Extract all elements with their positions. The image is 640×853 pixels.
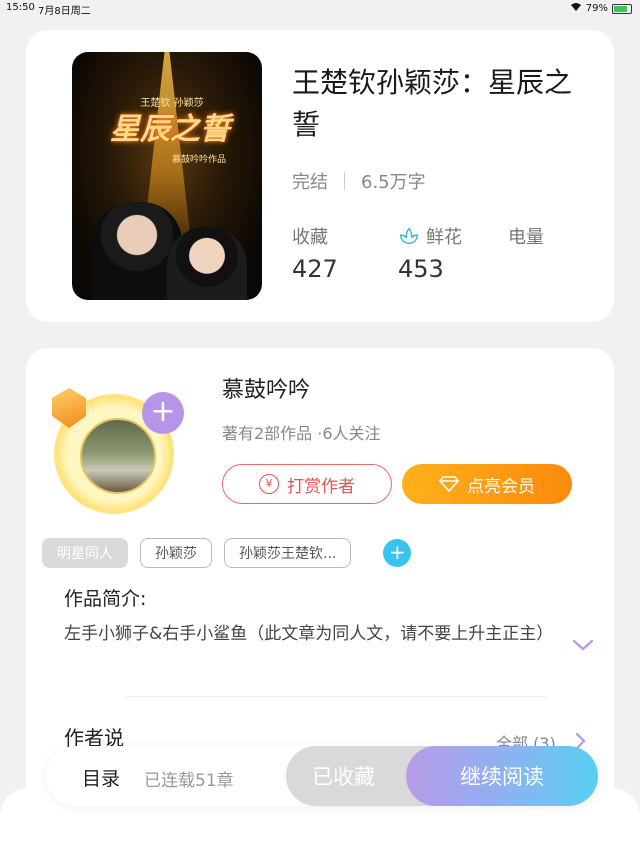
meta-divider: [344, 172, 345, 190]
stat-flowers[interactable]: 鲜花 453: [398, 223, 462, 283]
vip-button[interactable]: 点亮会员: [402, 464, 572, 504]
cover-person-right: [167, 227, 247, 300]
follow-button[interactable]: +: [142, 392, 184, 434]
continue-reading-label: 继续阅读: [460, 765, 544, 789]
tag-list: 明星同人 孙颖莎 孙颖莎王楚钦... +: [42, 538, 412, 568]
stat-collect-label: 收藏: [292, 227, 328, 248]
book-cover[interactable]: 王楚钦 孙颖莎 星辰之誓 慕鼓吟吟作品: [72, 52, 262, 300]
book-status: 完结: [292, 172, 328, 193]
author-stats: 著有2部作品 ·6人关注: [222, 424, 381, 443]
cover-author-note: 慕鼓吟吟作品: [172, 155, 227, 165]
stat-power-label: 电量: [508, 227, 544, 248]
stat-collect: 收藏 427: [292, 223, 338, 283]
status-bar: 15:50 7月8日周二 79%: [0, 0, 640, 17]
continue-reading-button[interactable]: 继续阅读: [406, 746, 598, 806]
book-title: 王楚钦孙颖莎：星辰之誓: [292, 66, 573, 141]
yen-icon: ¥: [259, 474, 279, 494]
stat-power[interactable]: 电量: [508, 223, 544, 255]
reward-author-label: 打赏作者: [287, 476, 355, 497]
book-word-count: 6.5万字: [361, 172, 426, 193]
diamond-icon: [439, 476, 459, 492]
tag-item[interactable]: 孙颖莎: [140, 538, 212, 568]
status-date: 7月8日周二: [38, 6, 91, 17]
book-meta: 完结 6.5万字: [292, 168, 426, 194]
add-tag-button[interactable]: +: [383, 539, 412, 567]
wifi-icon: [570, 2, 582, 15]
chapter-count: 已连载51章: [144, 771, 234, 791]
tag-item[interactable]: 明星同人: [42, 538, 128, 568]
vip-label: 点亮会员: [467, 476, 535, 497]
toc-button[interactable]: 目录: [82, 764, 120, 791]
stat-flowers-value: 453: [398, 255, 444, 283]
battery-percent: 79%: [585, 3, 608, 14]
collected-label: 已收藏: [312, 765, 375, 789]
author-name[interactable]: 慕鼓吟吟: [222, 372, 310, 404]
status-time: 15:50: [6, 2, 35, 13]
book-info-card: 王楚钦 孙颖莎 星辰之誓 慕鼓吟吟作品 王楚钦孙颖莎：星辰之誓 完结 6.5万字…: [26, 30, 614, 322]
intro-text: 左手小狮子&右手小鲨鱼（此文章为同人文，请不要上升主正主）: [64, 624, 554, 644]
section-divider: [126, 696, 546, 697]
battery-icon: [612, 3, 632, 14]
stat-collect-value: 427: [292, 255, 338, 283]
avatar-image: [80, 418, 156, 494]
flower-icon: [400, 227, 418, 245]
chevron-down-icon[interactable]: [572, 638, 594, 652]
intro-label: 作品简介:: [64, 588, 147, 610]
status-right: 79%: [570, 2, 632, 15]
reward-author-button[interactable]: ¥ 打赏作者: [222, 464, 392, 504]
stat-flowers-label: 鲜花: [426, 227, 462, 248]
cover-title: 星辰之誓: [110, 112, 230, 147]
bottom-action-bar: 目录 已连载51章 已收藏 继续阅读: [46, 746, 598, 806]
tag-item[interactable]: 孙颖莎王楚钦...: [224, 538, 352, 568]
